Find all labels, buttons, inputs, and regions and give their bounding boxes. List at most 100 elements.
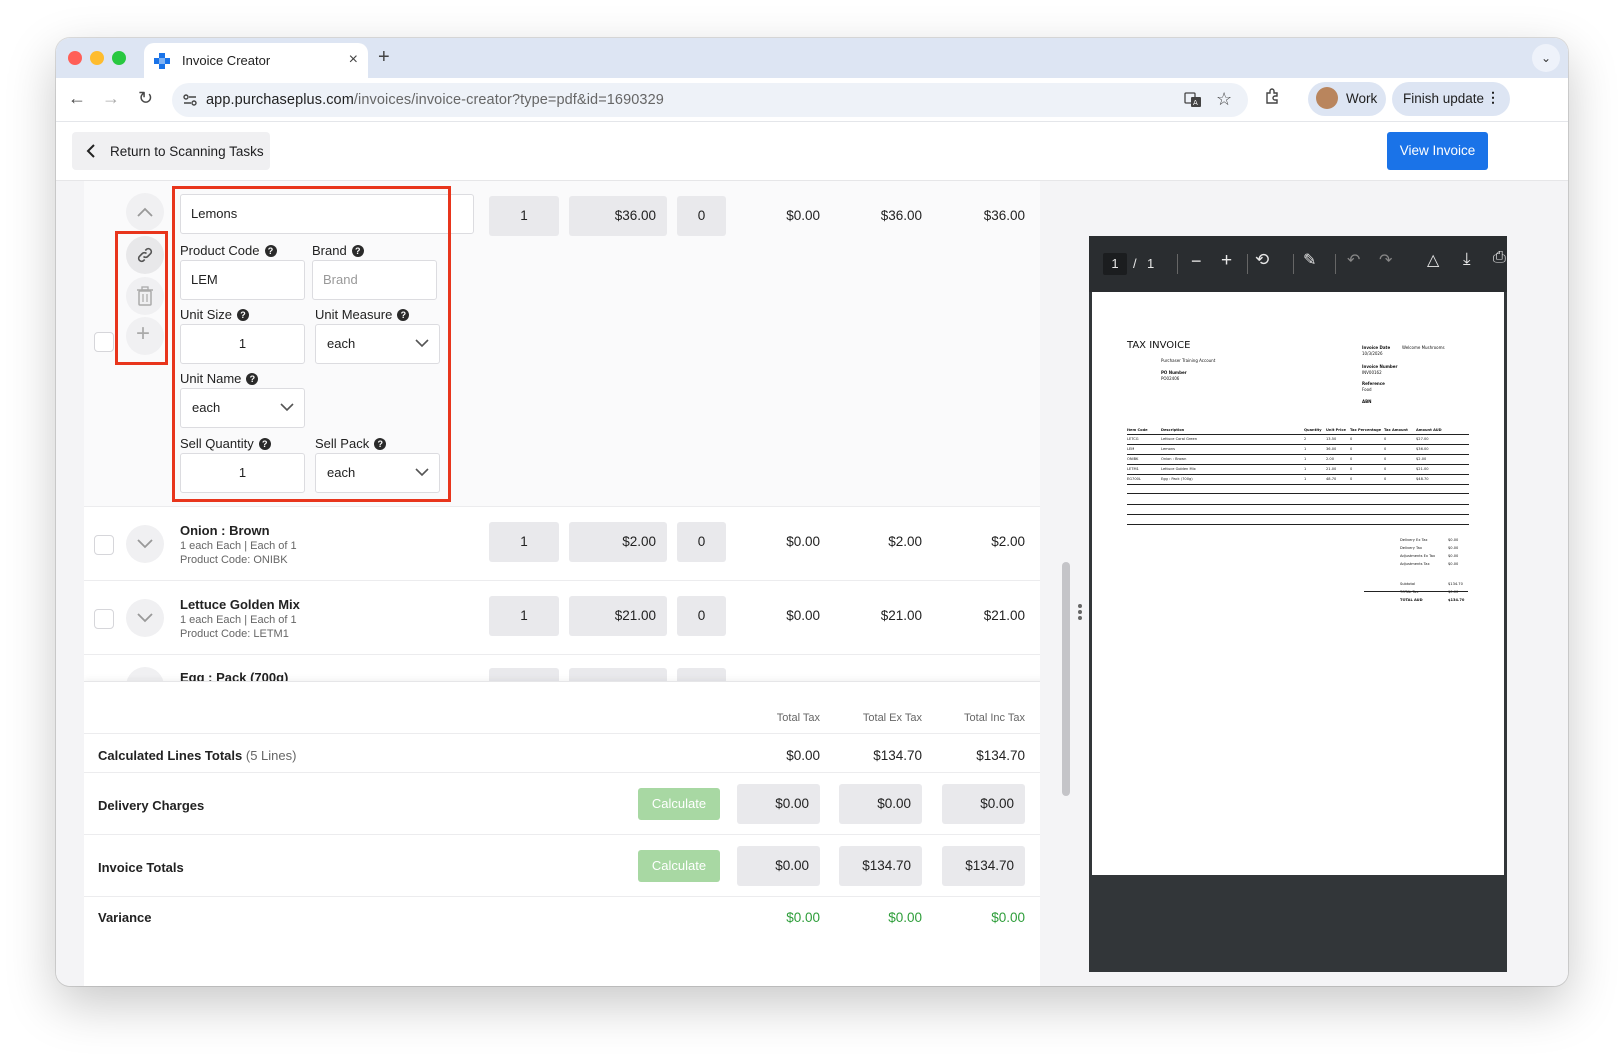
pdf-cell: 1 bbox=[1304, 467, 1307, 471]
pdf-rule bbox=[1127, 493, 1469, 494]
pdf-cell: $48.70 bbox=[1416, 477, 1429, 481]
delivery-inc-tax-field[interactable]: $0.00 bbox=[942, 784, 1025, 824]
pdf-summary-value: $0.00 bbox=[1448, 538, 1459, 542]
more-vert-icon[interactable]: ⋮ bbox=[1486, 89, 1500, 106]
col-total-inc-tax: Total Inc Tax bbox=[964, 712, 1025, 724]
forward-arrow-icon[interactable]: → bbox=[102, 88, 120, 109]
profile-button[interactable]: Work bbox=[1308, 82, 1386, 116]
collapse-button[interactable] bbox=[126, 193, 164, 231]
row-checkbox[interactable] bbox=[94, 535, 114, 555]
finish-update-button[interactable]: Finish update ⋮ bbox=[1392, 82, 1510, 116]
close-window-button[interactable] bbox=[68, 51, 82, 65]
download-icon[interactable]: ⤓ bbox=[1463, 249, 1471, 269]
invoice-tax-field[interactable]: $0.00 bbox=[737, 846, 820, 886]
pdf-summary-label: Delivery Ex Tax bbox=[1400, 538, 1428, 542]
chevron-down-icon bbox=[137, 539, 153, 549]
unit-price-field[interactable]: $36.00 bbox=[569, 196, 667, 236]
invoice-ex-tax-field[interactable]: $134.70 bbox=[839, 846, 922, 886]
zoom-in-icon[interactable]: + bbox=[1221, 250, 1232, 272]
site-settings-icon[interactable] bbox=[182, 92, 198, 108]
row-checkbox[interactable] bbox=[94, 609, 114, 629]
quantity-field[interactable]: 1 bbox=[489, 522, 559, 562]
pdf-abn-label: ABN bbox=[1362, 399, 1372, 404]
print-icon[interactable]: ⎙ bbox=[1493, 249, 1506, 267]
pdf-po-label: PO Number bbox=[1161, 370, 1187, 375]
pdf-summary-label: Adjustments Tax bbox=[1400, 562, 1430, 566]
view-invoice-button[interactable]: View Invoice bbox=[1387, 132, 1488, 170]
tab-title: Invoice Creator bbox=[182, 53, 271, 68]
pdf-summary-value: $0.00 bbox=[1448, 554, 1459, 558]
expand-button[interactable] bbox=[126, 525, 164, 563]
extensions-icon[interactable] bbox=[1264, 87, 1282, 105]
return-button[interactable]: Return to Scanning Tasks bbox=[72, 132, 270, 170]
unit-price-field[interactable]: $2.00 bbox=[569, 522, 667, 562]
close-tab-icon[interactable]: × bbox=[349, 51, 358, 69]
reload-icon[interactable]: ↻ bbox=[138, 88, 153, 109]
pdf-summary-label: Adjustments Ex Tax bbox=[1400, 554, 1436, 558]
translate-icon[interactable]: A bbox=[1184, 91, 1202, 109]
pdf-rule bbox=[1127, 444, 1469, 445]
pdf-cell: $21.00 bbox=[1416, 467, 1429, 471]
col-total-tax: Total Tax bbox=[776, 712, 820, 724]
page-number-input[interactable]: 1 bbox=[1103, 253, 1127, 275]
new-tab-icon[interactable]: + bbox=[378, 46, 390, 69]
pdf-reference-value: Food bbox=[1362, 387, 1372, 392]
tax-percentage-field[interactable]: 0 bbox=[677, 596, 726, 636]
browser-window: Invoice Creator × + ⌄ ← → ↻ app.purchase… bbox=[56, 38, 1568, 986]
delivery-tax-field[interactable]: $0.00 bbox=[737, 784, 820, 824]
tab-search-icon[interactable]: ⌄ bbox=[1532, 44, 1560, 72]
table-row: Onion : Brown 1 each Each | Each of 1 Pr… bbox=[84, 507, 1040, 581]
pdf-col-header: Tax Amount bbox=[1384, 428, 1408, 432]
undo-icon[interactable]: ↶ bbox=[1347, 250, 1360, 270]
back-arrow-icon[interactable]: ← bbox=[68, 88, 86, 109]
calculate-invoice-button[interactable]: Calculate bbox=[638, 850, 720, 882]
expand-button[interactable] bbox=[126, 599, 164, 637]
product-pack: 1 each Each | Each of 1 bbox=[180, 540, 297, 552]
zoom-out-icon[interactable]: − bbox=[1191, 251, 1202, 272]
calculate-delivery-button[interactable]: Calculate bbox=[638, 788, 720, 820]
drive-save-icon[interactable]: △ bbox=[1427, 250, 1439, 270]
row-checkbox[interactable] bbox=[94, 332, 114, 352]
page-separator: / bbox=[1133, 256, 1137, 271]
bookmark-star-icon[interactable]: ☆ bbox=[1216, 89, 1232, 110]
product-name: Lettuce Golden Mix bbox=[180, 597, 300, 612]
pdf-cell: 36.00 bbox=[1326, 447, 1337, 451]
panel-resize-handle[interactable] bbox=[1078, 604, 1082, 624]
pdf-cell: 0 bbox=[1384, 477, 1387, 481]
purchaseplus-icon bbox=[154, 53, 170, 69]
minimize-window-button[interactable] bbox=[90, 51, 104, 65]
address-bar[interactable]: app.purchaseplus.com/invoices/invoice-cr… bbox=[172, 83, 1248, 117]
chevron-left-icon bbox=[86, 144, 95, 158]
fit-page-icon[interactable]: ⟲ bbox=[1255, 250, 1269, 270]
redo-icon[interactable]: ↷ bbox=[1379, 250, 1392, 270]
pdf-cell: 0 bbox=[1350, 477, 1353, 481]
total-inc-tax: $2.00 bbox=[991, 534, 1025, 549]
unit-price-field[interactable]: $21.00 bbox=[569, 596, 667, 636]
total-ex-tax: $2.00 bbox=[888, 534, 922, 549]
pdf-cell: 0 bbox=[1384, 467, 1387, 471]
pdf-reference-label: Reference bbox=[1362, 381, 1385, 386]
pdf-title: TAX INVOICE bbox=[1127, 340, 1191, 351]
invoice-inc-tax-field[interactable]: $134.70 bbox=[942, 846, 1025, 886]
tax-amount: $0.00 bbox=[786, 208, 820, 223]
pdf-cell: 0 bbox=[1384, 447, 1387, 451]
pdf-cell: Onion : Brown bbox=[1161, 457, 1187, 461]
calc-total-inc-tax: $134.70 bbox=[976, 748, 1025, 763]
pdf-cell: LEM bbox=[1127, 447, 1135, 451]
browser-tab[interactable]: Invoice Creator × bbox=[144, 43, 368, 78]
tax-percentage-field[interactable]: 0 bbox=[677, 196, 726, 236]
tax-amount: $0.00 bbox=[786, 534, 820, 549]
tax-percentage-field[interactable]: 0 bbox=[677, 522, 726, 562]
pdf-supplier: Welcome Mushrooms bbox=[1402, 345, 1445, 350]
maximize-window-button[interactable] bbox=[112, 51, 126, 65]
url-text: app.purchaseplus.com/invoices/invoice-cr… bbox=[206, 92, 664, 108]
highlight-actions bbox=[115, 231, 168, 365]
quantity-field[interactable]: 1 bbox=[489, 596, 559, 636]
annotate-icon[interactable]: ✎ bbox=[1303, 250, 1316, 270]
lines-scrollbar[interactable] bbox=[1062, 562, 1070, 796]
total-ex-tax: $21.00 bbox=[880, 608, 922, 623]
delivery-ex-tax-field[interactable]: $0.00 bbox=[839, 784, 922, 824]
pdf-col-header: Amount AUD bbox=[1416, 428, 1442, 432]
quantity-field[interactable]: 1 bbox=[489, 196, 559, 236]
highlight-details bbox=[172, 186, 451, 502]
